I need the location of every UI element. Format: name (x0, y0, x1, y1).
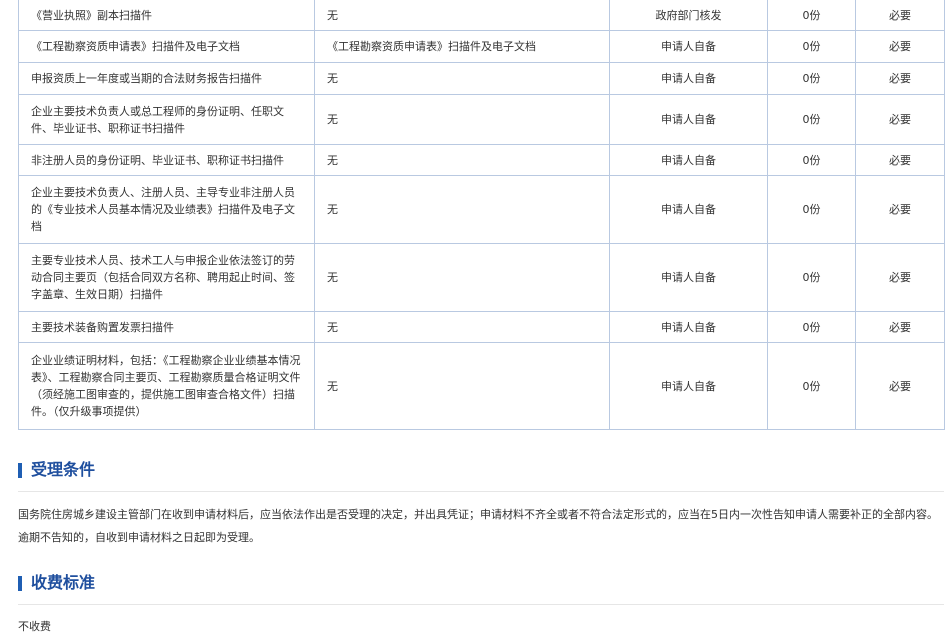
material-copies: 0份 (767, 94, 856, 145)
material-required: 必要 (855, 342, 945, 430)
material-source: 申请人自备 (609, 342, 768, 430)
material-sample: 无 (314, 0, 610, 31)
table-row: 非注册人员的身份证明、毕业证书、职称证书扫描件 无 申请人自备 0份 必要 (18, 144, 945, 176)
material-sample: 无 (314, 62, 610, 95)
material-sample: 无 (314, 342, 610, 430)
table-row: 企业主要技术负责人、注册人员、主导专业非注册人员的《专业技术人员基本情况及业绩表… (18, 175, 945, 244)
material-name: 企业主要技术负责人或总工程师的身份证明、任职文件、毕业证书、职称证书扫描件 (18, 94, 315, 145)
material-copies: 0份 (767, 30, 856, 63)
material-required: 必要 (855, 94, 945, 145)
material-name: 非注册人员的身份证明、毕业证书、职称证书扫描件 (18, 144, 315, 176)
material-copies: 0份 (767, 342, 856, 430)
table-row: 主要技术装备购置发票扫描件 无 申请人自备 0份 必要 (18, 311, 945, 343)
material-source: 申请人自备 (609, 243, 768, 312)
material-sample: 无 (314, 144, 610, 176)
material-copies: 0份 (767, 144, 856, 176)
section-marker (18, 576, 22, 591)
material-source: 申请人自备 (609, 144, 768, 176)
material-copies: 0份 (767, 311, 856, 343)
material-copies: 0份 (767, 62, 856, 95)
materials-table-body: 《营业执照》副本扫描件 无 政府部门核发 0份 必要 《工程勘察资质申请表》扫描… (18, 0, 945, 430)
material-sample: 《工程勘察资质申请表》扫描件及电子文档 (314, 30, 610, 63)
material-required: 必要 (855, 62, 945, 95)
fees-text: 不收费 (18, 620, 51, 633)
material-name: 主要专业技术人员、技术工人与申报企业依法签订的劳动合同主要页（包括合同双方名称、… (18, 243, 315, 312)
page: 《营业执照》副本扫描件 无 政府部门核发 0份 必要 《工程勘察资质申请表》扫描… (0, 0, 948, 639)
material-source: 申请人自备 (609, 311, 768, 343)
table-row: 企业主要技术负责人或总工程师的身份证明、任职文件、毕业证书、职称证书扫描件 无 … (18, 94, 945, 145)
acceptance-text: 国务院住房城乡建设主管部门在收到申请材料后，应当依法作出是否受理的决定，并出具凭… (18, 508, 938, 544)
material-sample: 无 (314, 311, 610, 343)
material-sample: 无 (314, 243, 610, 312)
material-name: 《营业执照》副本扫描件 (18, 0, 315, 31)
table-row: 《工程勘察资质申请表》扫描件及电子文档 《工程勘察资质申请表》扫描件及电子文档 … (18, 30, 945, 63)
material-required: 必要 (855, 30, 945, 63)
material-sample: 无 (314, 175, 610, 244)
material-source: 申请人自备 (609, 175, 768, 244)
acceptance-title: 受理条件 (31, 460, 96, 479)
table-row: 《营业执照》副本扫描件 无 政府部门核发 0份 必要 (18, 0, 945, 31)
material-source: 申请人自备 (609, 30, 768, 63)
table-row: 企业业绩证明材料，包括：《工程勘察企业业绩基本情况表》、工程勘察合同主要页、工程… (18, 342, 945, 430)
material-sample: 无 (314, 94, 610, 145)
section-marker (18, 463, 22, 478)
material-source: 政府部门核发 (609, 0, 768, 31)
material-required: 必要 (855, 311, 945, 343)
material-required: 必要 (855, 175, 945, 244)
material-required: 必要 (855, 144, 945, 176)
table-row: 主要专业技术人员、技术工人与申报企业依法签订的劳动合同主要页（包括合同双方名称、… (18, 243, 945, 312)
material-name: 《工程勘察资质申请表》扫描件及电子文档 (18, 30, 315, 63)
material-name: 企业业绩证明材料，包括：《工程勘察企业业绩基本情况表》、工程勘察合同主要页、工程… (18, 342, 315, 430)
material-name: 申报资质上一年度或当期的合法财务报告扫描件 (18, 62, 315, 95)
materials-table: 《营业执照》副本扫描件 无 政府部门核发 0份 必要 《工程勘察资质申请表》扫描… (18, 0, 945, 430)
acceptance-section-header: 受理条件 (18, 456, 944, 492)
material-copies: 0份 (767, 0, 856, 31)
material-source: 申请人自备 (609, 62, 768, 95)
material-copies: 0份 (767, 175, 856, 244)
material-required: 必要 (855, 243, 945, 312)
material-name: 企业主要技术负责人、注册人员、主导专业非注册人员的《专业技术人员基本情况及业绩表… (18, 175, 315, 244)
material-name: 主要技术装备购置发票扫描件 (18, 311, 315, 343)
fees-section-header: 收费标准 (18, 569, 944, 605)
fees-title: 收费标准 (31, 573, 96, 592)
material-copies: 0份 (767, 243, 856, 312)
table-row: 申报资质上一年度或当期的合法财务报告扫描件 无 申请人自备 0份 必要 (18, 62, 945, 95)
material-source: 申请人自备 (609, 94, 768, 145)
material-required: 必要 (855, 0, 945, 31)
